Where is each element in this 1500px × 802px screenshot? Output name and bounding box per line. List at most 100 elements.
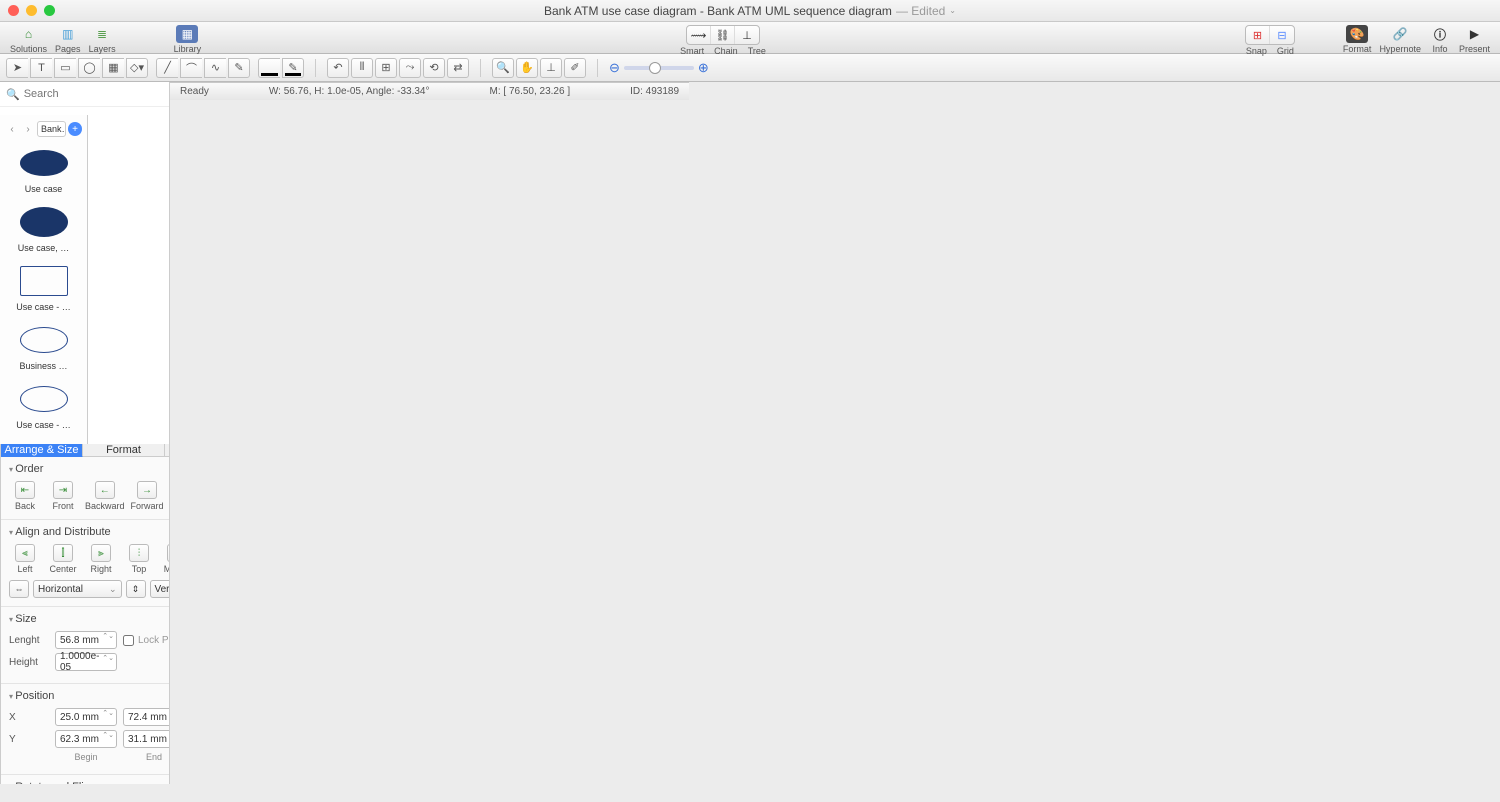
- section-size: Size Lenght 56.8 mm Lock Proportions Hei…: [1, 607, 170, 684]
- rect-tool[interactable]: ▭: [54, 58, 76, 78]
- tree-connector-button[interactable]: ⊥: [735, 26, 759, 44]
- minimize-window-button[interactable]: [26, 5, 37, 16]
- y-end-input[interactable]: 31.1 mm: [123, 730, 170, 748]
- pen-tool[interactable]: ✎: [228, 58, 250, 78]
- zoom-in-icon[interactable]: ⊕: [698, 60, 709, 76]
- height-input[interactable]: 1.0000e-05: [55, 653, 117, 671]
- shape-tool[interactable]: ◇▾: [126, 58, 148, 78]
- distribute-v-select[interactable]: Vertical: [150, 580, 171, 598]
- table-tool[interactable]: ▦: [102, 58, 124, 78]
- zoom-window-button[interactable]: [44, 5, 55, 16]
- section-rotate: Rotate and Flip Angle -33.34 deg ⟳90° CW…: [1, 775, 170, 784]
- main-area: 🔍 ⬈ ATM UML Diagrams Libraries Bank UML …: [0, 82, 1500, 784]
- title-text: Bank ATM use case diagram - Bank ATM UML…: [544, 4, 892, 18]
- eyedropper-tool[interactable]: ✐: [564, 58, 586, 78]
- distribute-v[interactable]: ⇕: [126, 580, 146, 598]
- order-front[interactable]: ⇥Front: [47, 481, 79, 511]
- search-icon: 🔍: [6, 88, 20, 101]
- flip-button[interactable]: ⇄: [447, 58, 469, 78]
- library-panel: 🔍 ⬈ ATM UML Diagrams Libraries Bank UML …: [0, 82, 170, 784]
- smart-connector-button[interactable]: ⟿: [687, 26, 711, 44]
- align-button[interactable]: ⫴: [351, 58, 373, 78]
- stamp-tool[interactable]: ⊥: [540, 58, 562, 78]
- select-tool[interactable]: ➤: [6, 58, 28, 78]
- search-input[interactable]: [24, 88, 166, 100]
- zoom-slider[interactable]: ⊖ ⊕: [609, 60, 709, 76]
- tools-bar: ➤ T ▭ ◯ ▦ ◇▾ ╱ ⌒ ∿ ✎ ✎ ↶ ⫴ ⊞ ⤳ ⟲ ⇄ 🔍 ✋ ⊥…: [0, 54, 1500, 82]
- chain-connector-button[interactable]: ⛓: [711, 26, 735, 44]
- info-button[interactable]: ⓘInfo: [1429, 25, 1451, 54]
- shapes-crumb[interactable]: Bank…: [37, 121, 66, 137]
- section-position: Position X 25.0 mm 72.4 mm Y 62.3 mm 31.…: [1, 684, 170, 775]
- inspector-panel: Arrange & Size Format Text Order ⇤Back ⇥…: [0, 444, 170, 784]
- fill-color[interactable]: [258, 58, 280, 78]
- text-tool[interactable]: T: [30, 58, 52, 78]
- x-begin-input[interactable]: 25.0 mm: [55, 708, 117, 726]
- align-right[interactable]: ⫸Right: [85, 544, 117, 574]
- window-controls: [8, 5, 55, 16]
- connectors-group: ⟿ ⛓ ⊥ SmartChainTree: [680, 25, 766, 56]
- shape-business[interactable]: Business …: [2, 322, 85, 371]
- shape-use-case-rect[interactable]: Use case - …: [2, 263, 85, 312]
- section-order: Order ⇤Back ⇥Front ←Backward →Forward: [1, 457, 170, 520]
- order-backward[interactable]: ←Backward: [85, 481, 125, 511]
- line-color[interactable]: ✎: [282, 58, 304, 78]
- titlebar: Bank ATM use case diagram - Bank ATM UML…: [0, 0, 1500, 22]
- hypernote-button[interactable]: 🔗Hypernote: [1379, 25, 1421, 54]
- lock-proportions[interactable]: Lock Proportions: [123, 635, 170, 646]
- arc-tool[interactable]: ⌒: [180, 58, 202, 78]
- library-search[interactable]: 🔍 ⬈: [0, 82, 169, 107]
- grid-button[interactable]: ⊟: [1270, 26, 1294, 44]
- distribute-button[interactable]: ⊞: [375, 58, 397, 78]
- present-button[interactable]: ▶Present: [1459, 25, 1490, 54]
- pan-tool[interactable]: ✋: [516, 58, 538, 78]
- window-title: Bank ATM use case diagram - Bank ATM UML…: [544, 4, 956, 18]
- shape-use-case-4[interactable]: Use case - …: [2, 381, 85, 430]
- title-dropdown-icon[interactable]: ⌄: [949, 6, 956, 15]
- close-window-button[interactable]: [8, 5, 19, 16]
- align-center[interactable]: ⫿Center: [47, 544, 79, 574]
- shapes-fwd[interactable]: ›: [21, 122, 35, 136]
- align-top[interactable]: ⫶Top: [123, 544, 155, 574]
- tab-arrange[interactable]: Arrange & Size: [1, 444, 83, 457]
- section-align: Align and Distribute ⫷Left ⫿Center ⫸Righ…: [1, 520, 170, 607]
- y-begin-input[interactable]: 62.3 mm: [55, 730, 117, 748]
- spline-tool[interactable]: ∿: [204, 58, 226, 78]
- layers-button[interactable]: ≣Layers: [89, 25, 116, 54]
- status-bar: Ready W: 56.76, H: 1.0e-05, Angle: -33.3…: [170, 82, 689, 100]
- rotate-button[interactable]: ⟲: [423, 58, 445, 78]
- tab-text[interactable]: Text: [165, 444, 170, 457]
- shapes-add[interactable]: +: [68, 122, 82, 136]
- order-back[interactable]: ⇤Back: [9, 481, 41, 511]
- status-mouse: M: [ 76.50, 23.26 ]: [490, 86, 571, 97]
- pages-button[interactable]: ▥Pages: [55, 25, 81, 54]
- title-edited: — Edited: [896, 4, 945, 18]
- status-dims: W: 56.76, H: 1.0e-05, Angle: -33.34°: [269, 86, 430, 97]
- order-forward[interactable]: →Forward: [131, 481, 164, 511]
- solutions-button[interactable]: ⌂Solutions: [10, 25, 47, 54]
- shapes-panel: ‹ › Bank… + Use case Use case, … Use cas…: [0, 115, 88, 444]
- x-end-input[interactable]: 72.4 mm: [123, 708, 170, 726]
- library-button[interactable]: ▦Library: [174, 25, 202, 54]
- align-left[interactable]: ⫷Left: [9, 544, 41, 574]
- shapes-back[interactable]: ‹: [5, 122, 19, 136]
- align-middle[interactable]: ⫾Middle: [161, 544, 170, 574]
- distribute-h[interactable]: ⇔: [9, 580, 29, 598]
- route-button[interactable]: ⤳: [399, 58, 421, 78]
- shape-use-case-2[interactable]: Use case, …: [2, 204, 85, 253]
- format-button[interactable]: 🎨Format: [1343, 25, 1372, 54]
- tab-format[interactable]: Format: [83, 444, 165, 457]
- zoom-tool[interactable]: 🔍: [492, 58, 514, 78]
- ellipse-tool[interactable]: ◯: [78, 58, 100, 78]
- status-id: ID: 493189: [630, 86, 679, 97]
- distribute-h-select[interactable]: Horizontal: [33, 580, 122, 598]
- status-ready: Ready: [180, 86, 209, 97]
- length-input[interactable]: 56.8 mm: [55, 631, 117, 649]
- snap-button[interactable]: ⊞: [1246, 26, 1270, 44]
- zoom-out-icon[interactable]: ⊖: [609, 60, 620, 76]
- line-tool[interactable]: ╱: [156, 58, 178, 78]
- shape-use-case[interactable]: Use case: [2, 145, 85, 194]
- undo-button[interactable]: ↶: [327, 58, 349, 78]
- main-toolbar: ⌂Solutions ▥Pages ≣Layers ▦Library ⟿ ⛓ ⊥…: [0, 22, 1500, 54]
- snap-grid-group: ⊞ ⊟ SnapGrid: [1245, 25, 1295, 56]
